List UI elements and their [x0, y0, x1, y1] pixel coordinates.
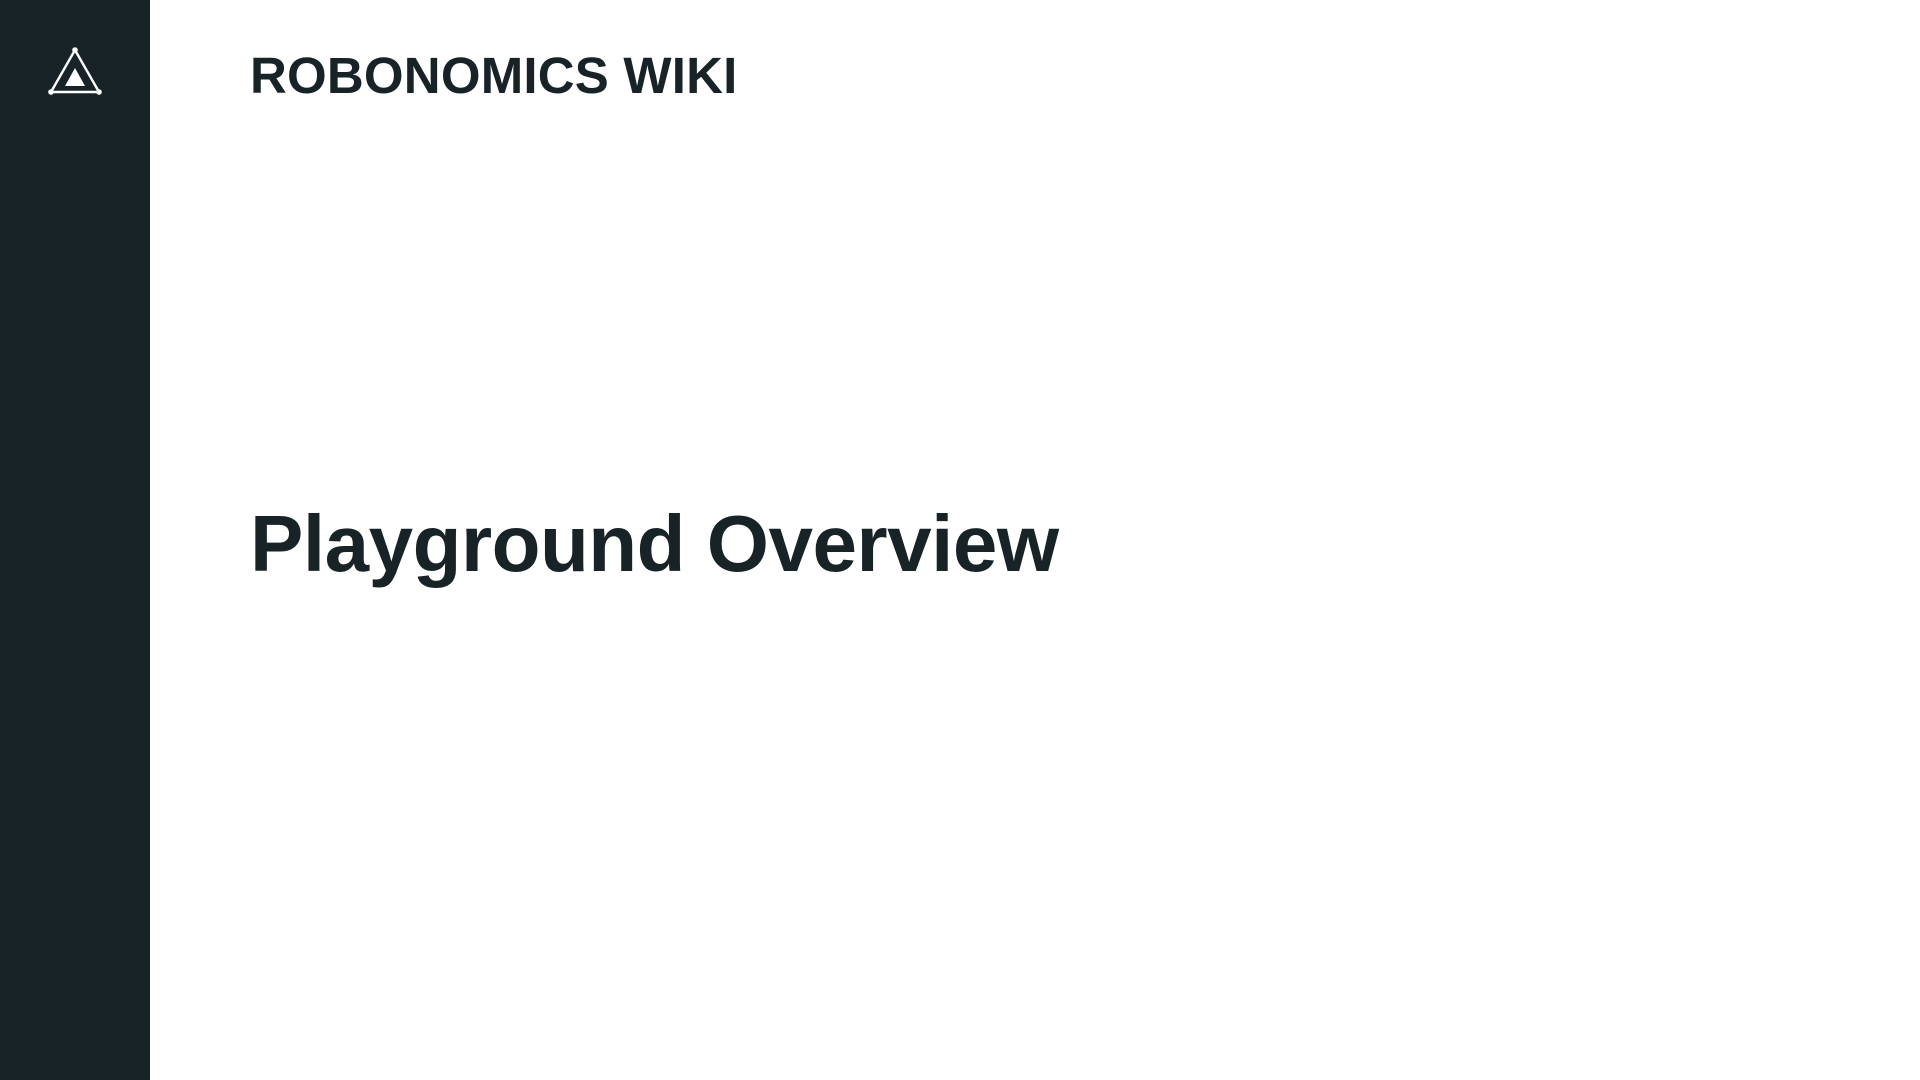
page-title: Playground Overview: [250, 499, 1059, 588]
page: ROBONOMICS WIKI Playground Overview: [0, 0, 1920, 1080]
site-title[interactable]: ROBONOMICS WIKI: [250, 46, 737, 106]
robonomics-triangle-logo-icon[interactable]: [47, 46, 103, 98]
main-content: ROBONOMICS WIKI Playground Overview: [150, 0, 1920, 1080]
sidebar: [0, 0, 150, 1080]
